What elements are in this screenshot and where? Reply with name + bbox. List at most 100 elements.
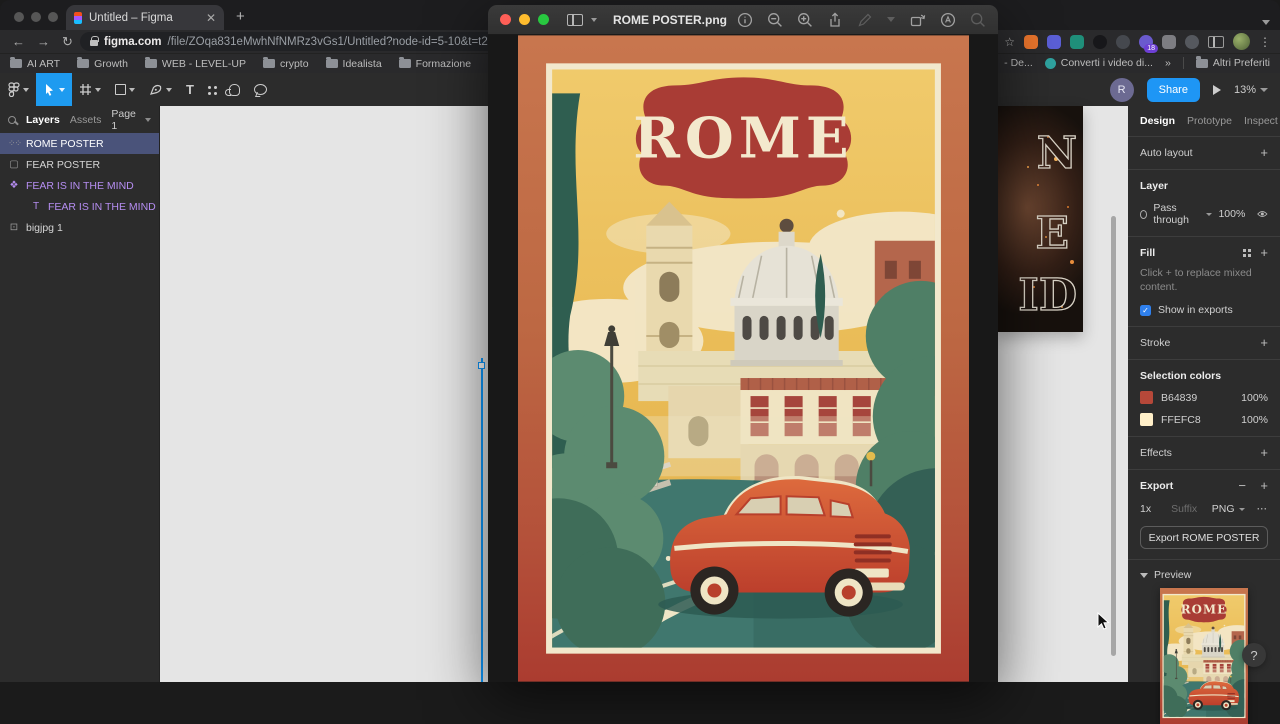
comment-tool[interactable]	[247, 73, 274, 106]
export-format-select[interactable]: PNG	[1212, 503, 1245, 515]
user-avatar[interactable]: R	[1109, 77, 1134, 102]
tab-design[interactable]: Design	[1140, 115, 1175, 127]
fear-poster-fragment[interactable]: N E ID	[997, 106, 1083, 332]
chevron-down-icon[interactable]	[591, 17, 597, 22]
chevron-down-icon[interactable]	[887, 17, 895, 22]
bookmarks-overflow-icon[interactable]: »	[1165, 57, 1171, 69]
tab-layers[interactable]: Layers	[26, 114, 60, 126]
window-close-button[interactable]	[14, 12, 24, 22]
extension-icon-key[interactable]	[1116, 34, 1130, 49]
extension-icon-dark[interactable]	[1093, 34, 1107, 49]
zoom-level[interactable]: 13%	[1234, 84, 1268, 96]
layer-row-bigjpg[interactable]: ⊡ bigjpg 1	[0, 217, 159, 238]
tab-prototype[interactable]: Prototype	[1187, 115, 1232, 127]
add-fill-button[interactable]: +	[1260, 245, 1268, 260]
extension-icon-purple[interactable]: 18	[1139, 34, 1158, 53]
add-effect-button[interactable]: +	[1260, 445, 1268, 460]
selection-handle[interactable]	[478, 362, 485, 369]
bookmark-star-icon[interactable]: ☆	[1004, 35, 1015, 49]
search-icon[interactable]	[8, 115, 16, 124]
share-icon[interactable]	[827, 11, 843, 28]
export-rome-poster-button[interactable]: Export ROME POSTER	[1140, 526, 1268, 550]
rotate-icon[interactable]	[909, 12, 926, 28]
export-scale[interactable]: 1x	[1140, 503, 1151, 515]
eye-icon[interactable]	[1257, 209, 1268, 219]
ql-minimize-button[interactable]	[519, 14, 530, 25]
browser-profile-avatar[interactable]	[1233, 33, 1250, 50]
extension-icon-gray[interactable]	[1162, 34, 1176, 49]
ql-zoom-button[interactable]	[538, 14, 549, 25]
quicklook-titlebar[interactable]: ROME POSTER.png	[488, 5, 998, 35]
page-selector[interactable]: Page 1	[111, 108, 151, 132]
window-minimize-button[interactable]	[31, 12, 41, 22]
remove-export-button[interactable]: −	[1238, 478, 1246, 493]
bookmark-item[interactable]: Converti i video di...	[1044, 57, 1153, 69]
annotate-circle-icon[interactable]	[940, 12, 956, 28]
bookmark-item[interactable]: AI ART	[10, 56, 60, 70]
quicklook-window[interactable]: ROME POSTER.png	[488, 5, 998, 682]
shape-tool[interactable]	[108, 73, 142, 106]
bookmark-item[interactable]: - De...	[1004, 57, 1033, 69]
other-bookmarks-folder[interactable]: Altri Preferiti	[1195, 56, 1270, 69]
color-swatch-red[interactable]	[1140, 391, 1153, 405]
resources-tool[interactable]	[201, 73, 222, 106]
extension-icon-teal[interactable]	[1070, 34, 1084, 49]
layer-row-rome-poster[interactable]: ⁘⁘ ROME POSTER	[0, 133, 159, 154]
main-menu-button[interactable]	[0, 73, 36, 106]
share-button[interactable]: Share	[1146, 77, 1200, 102]
text-tool[interactable]: T	[179, 73, 201, 106]
bookmark-item[interactable]: Formazione	[398, 56, 471, 70]
browser-sidepanel-icon[interactable]	[1208, 35, 1224, 48]
bookmark-item[interactable]: WEB - LEVEL-UP	[144, 56, 246, 70]
reload-icon[interactable]: ↻	[62, 34, 73, 50]
ql-close-button[interactable]	[500, 14, 511, 25]
info-icon[interactable]	[737, 12, 753, 28]
fill-grid-icon[interactable]	[1243, 249, 1246, 252]
export-more-icon[interactable]: ⋯	[1257, 503, 1269, 515]
tab-inspect[interactable]: Inspect	[1244, 115, 1278, 127]
add-stroke-button[interactable]: +	[1260, 335, 1268, 350]
browser-menu-icon[interactable]: ⋮	[1259, 35, 1272, 49]
ql-sidebar-toggle-icon[interactable]	[567, 13, 583, 26]
new-tab-button[interactable]: +	[236, 9, 245, 24]
present-icon[interactable]	[1212, 84, 1221, 95]
checkbox-checked-icon[interactable]: ✓	[1140, 304, 1151, 316]
show-in-exports-row[interactable]: ✓ Show in exports	[1140, 304, 1268, 316]
markup-pen-icon[interactable]	[857, 12, 873, 28]
selection-color-row[interactable]: FFEFC8 100%	[1140, 413, 1268, 427]
layer-opacity[interactable]: 100%	[1218, 208, 1245, 220]
hand-tool[interactable]	[222, 73, 247, 106]
forward-icon[interactable]: →	[37, 34, 50, 49]
tabstrip-chevron-icon[interactable]	[1262, 12, 1270, 30]
canvas-scrollbar[interactable]	[1111, 216, 1116, 656]
zoom-in-icon[interactable]	[797, 12, 813, 28]
add-export-button[interactable]: +	[1260, 478, 1268, 493]
layer-row-fear-poster[interactable]: ▢ FEAR POSTER	[0, 154, 159, 175]
preview-section-header[interactable]: Preview	[1128, 559, 1280, 585]
layer-row-fear-component[interactable]: ❖ FEAR IS IN THE MIND	[0, 175, 159, 196]
extension-icon-orange[interactable]	[1024, 34, 1038, 49]
back-icon[interactable]: ←	[12, 34, 25, 49]
tab-close-icon[interactable]: ✕	[206, 11, 216, 25]
window-zoom-button[interactable]	[48, 12, 58, 22]
color-swatch-cream[interactable]	[1140, 413, 1153, 427]
bookmark-item[interactable]: Growth	[77, 56, 128, 70]
help-button[interactable]: ?	[1242, 643, 1266, 667]
frame-tool[interactable]	[72, 73, 108, 106]
extension-icon-indigo[interactable]	[1047, 34, 1061, 49]
extensions-puzzle-icon[interactable]	[1185, 34, 1199, 49]
add-auto-layout-button[interactable]: +	[1260, 145, 1268, 160]
zoom-out-icon[interactable]	[767, 12, 783, 28]
move-tool[interactable]	[36, 73, 72, 106]
blend-mode-icon[interactable]	[1140, 209, 1148, 219]
search-icon[interactable]	[970, 12, 986, 28]
layer-row-fear-text[interactable]: T FEAR IS IN THE MIND	[0, 196, 159, 217]
bookmark-item[interactable]: crypto	[262, 56, 309, 70]
color-opacity[interactable]: 100%	[1241, 392, 1268, 404]
tab-assets[interactable]: Assets	[70, 114, 102, 126]
export-suffix-field[interactable]: Suffix	[1171, 503, 1197, 515]
color-opacity[interactable]: 100%	[1241, 414, 1268, 426]
bookmark-item[interactable]: Idealista	[325, 56, 382, 70]
selection-color-row[interactable]: B64839 100%	[1140, 391, 1268, 405]
pen-tool[interactable]	[142, 73, 179, 106]
